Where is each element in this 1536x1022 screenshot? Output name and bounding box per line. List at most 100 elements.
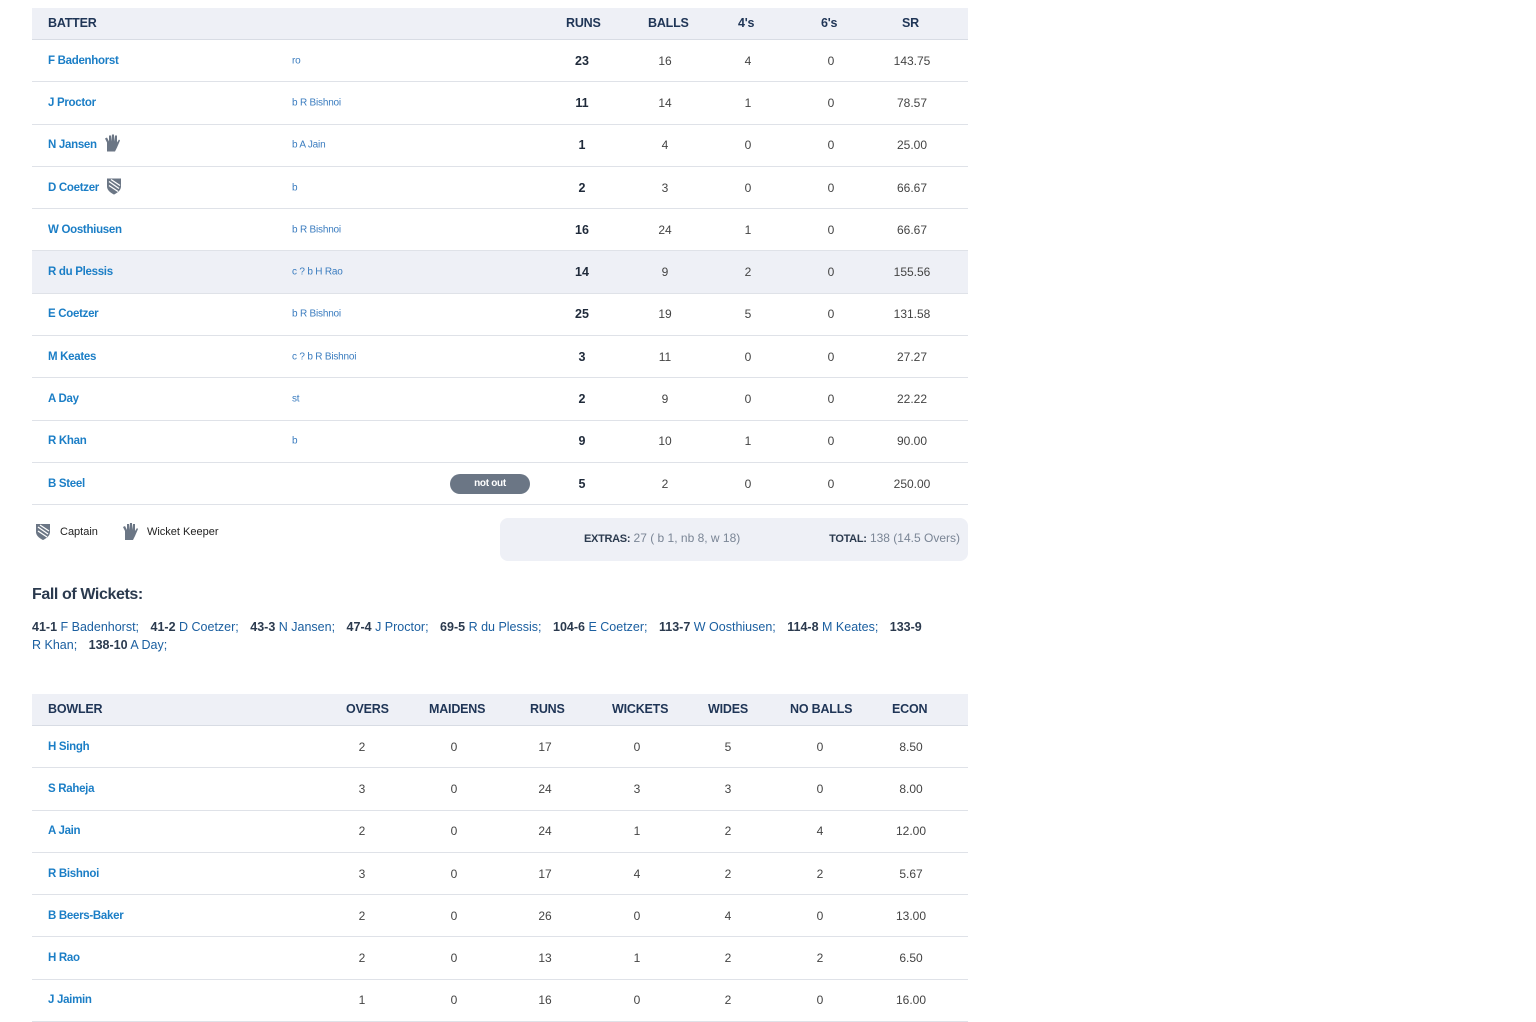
dismissal: b A Jain [292, 139, 326, 151]
header-overs: OVERS [346, 702, 389, 716]
batter-strike-rate: 66.67 [896, 180, 928, 195]
fow-batter[interactable]: J Proctor; [375, 620, 429, 634]
bowler-name[interactable]: R Bishnoi [48, 868, 99, 880]
fall-of-wicket-item: 47-4 J Proctor; [347, 620, 429, 634]
batter-name-text[interactable]: D Coetzer [48, 182, 99, 194]
bowler-wickets: 0 [633, 739, 641, 754]
wicket-keeper-glove-icon [103, 134, 121, 157]
bowler-overs: 3 [358, 781, 366, 796]
batter-name-text[interactable]: N Jansen [48, 139, 97, 151]
bowler-wickets: 1 [633, 824, 641, 839]
fow-batter[interactable]: A Day; [130, 638, 167, 652]
dismissal: b [292, 182, 298, 194]
batter-name[interactable]: R du Plessis [48, 266, 113, 278]
batter-name[interactable]: J Proctor [48, 97, 96, 109]
batter-strike-rate: 250.00 [893, 476, 931, 491]
batter-fours: 1 [744, 222, 752, 237]
bowling-row: H Singh 2 0 17 0 5 0 8.50 [32, 726, 968, 769]
fow-batter[interactable]: R du Plessis; [469, 620, 542, 634]
bowler-overs: 2 [358, 908, 366, 923]
bowler-no-balls: 0 [816, 908, 824, 923]
header-wickets: WICKETS [612, 702, 669, 716]
total: TOTAL: 138 (14.5 Overs) [829, 531, 960, 545]
bowler-overs: 2 [358, 739, 366, 754]
batter-balls: 14 [658, 95, 672, 110]
fall-of-wickets-list: 41-1 F Badenhorst; 41-2 D Coetzer; 43-3 … [32, 618, 932, 654]
bowling-row: R Bishnoi 3 0 17 4 2 2 5.67 [32, 853, 968, 896]
dismissal: c ? b H Rao [292, 266, 343, 278]
batter-balls: 2 [661, 476, 669, 491]
batter-name[interactable]: D Coetzer [48, 176, 123, 199]
bowler-overs: 2 [358, 824, 366, 839]
bowler-no-balls: 0 [816, 993, 824, 1008]
bowling-row: A Jain 2 0 24 1 2 4 12.00 [32, 811, 968, 853]
batter-name[interactable]: W Oosthiusen [48, 224, 122, 236]
fow-score: 104-6 [553, 620, 585, 634]
fow-score: 47-4 [346, 620, 372, 634]
fow-batter[interactable]: F Badenhorst; [61, 620, 140, 634]
batter-name-text[interactable]: W Oosthiusen [48, 224, 122, 236]
batter-balls: 9 [661, 392, 669, 407]
batting-row: A Day st 2 9 0 0 22.22 [32, 378, 968, 421]
batter-name-text[interactable]: J Proctor [48, 97, 96, 109]
batting-row: N Jansen b A Jain 1 4 0 0 25.00 [32, 125, 968, 167]
bowler-name[interactable]: H Singh [48, 741, 90, 753]
fow-batter[interactable]: W Oosthiusen; [694, 620, 776, 634]
bowler-runs: 17 [538, 866, 552, 881]
fow-batter[interactable]: D Coetzer; [179, 620, 239, 634]
bowler-economy: 8.00 [899, 781, 923, 796]
bowling-header-row: BOWLER OVERS MAIDENS RUNS WICKETS WIDES … [32, 694, 968, 726]
batter-name[interactable]: F Badenhorst [48, 55, 119, 67]
batter-runs: 2 [578, 392, 586, 407]
legend-wicket-keeper: Wicket Keeper [121, 522, 219, 542]
bowler-wickets: 3 [633, 781, 641, 796]
bowler-maidens: 0 [450, 781, 458, 796]
batter-name[interactable]: R Khan [48, 435, 87, 447]
bowler-wides: 2 [724, 866, 732, 881]
batter-name-text[interactable]: A Day [48, 393, 79, 405]
batter-balls: 4 [661, 138, 669, 153]
legend: Captain Wicket Keeper [34, 522, 239, 545]
batter-name[interactable]: M Keates [48, 351, 96, 363]
bowler-runs: 16 [538, 993, 552, 1008]
bowler-name[interactable]: H Rao [48, 952, 80, 964]
bowler-runs: 17 [538, 739, 552, 754]
bowler-name[interactable]: A Jain [48, 825, 81, 837]
header-runs: RUNS [566, 16, 601, 30]
bowler-no-balls: 2 [816, 951, 824, 966]
batter-name[interactable]: A Day [48, 393, 79, 405]
bowler-name[interactable]: B Beers-Baker [48, 910, 124, 922]
bowler-maidens: 0 [450, 993, 458, 1008]
batting-header-row: BATTER RUNS BALLS 4's 6's SR [32, 8, 968, 40]
batter-name[interactable]: E Coetzer [48, 308, 99, 320]
batter-name-text[interactable]: R Khan [48, 435, 87, 447]
batting-row: R Khan b 9 10 1 0 90.00 [32, 421, 968, 463]
total-value: 138 (14.5 Overs) [869, 531, 960, 545]
bowler-wides: 2 [724, 993, 732, 1008]
header-batter: BATTER [48, 16, 97, 30]
captain-shield-icon [36, 524, 50, 540]
fow-batter[interactable]: E Coetzer; [588, 620, 647, 634]
batter-name[interactable]: N Jansen [48, 134, 121, 157]
bowler-wickets: 1 [633, 951, 641, 966]
bowler-economy: 13.00 [895, 908, 927, 923]
bowler-no-balls: 0 [816, 739, 824, 754]
fow-batter[interactable]: R Khan; [32, 638, 77, 652]
fow-batter[interactable]: N Jansen; [279, 620, 335, 634]
header-maidens: MAIDENS [429, 702, 486, 716]
batter-sixes: 0 [827, 307, 835, 322]
batter-name-text[interactable]: R du Plessis [48, 266, 113, 278]
fow-score: 69-5 [440, 620, 466, 634]
batter-name-text[interactable]: B Steel [48, 478, 85, 490]
bowler-name[interactable]: J Jaimin [48, 994, 92, 1006]
batter-name-text[interactable]: E Coetzer [48, 308, 99, 320]
batter-name-text[interactable]: F Badenhorst [48, 55, 119, 67]
batter-balls: 11 [658, 349, 672, 364]
bowler-wickets: 0 [633, 993, 641, 1008]
batter-name[interactable]: B Steel [48, 478, 85, 490]
bowler-name[interactable]: S Raheja [48, 783, 94, 795]
header-sixes: 6's [821, 16, 838, 30]
batter-name-text[interactable]: M Keates [48, 351, 96, 363]
legend-wicket-keeper-label: Wicket Keeper [146, 526, 219, 538]
fow-batter[interactable]: M Keates; [822, 620, 878, 634]
